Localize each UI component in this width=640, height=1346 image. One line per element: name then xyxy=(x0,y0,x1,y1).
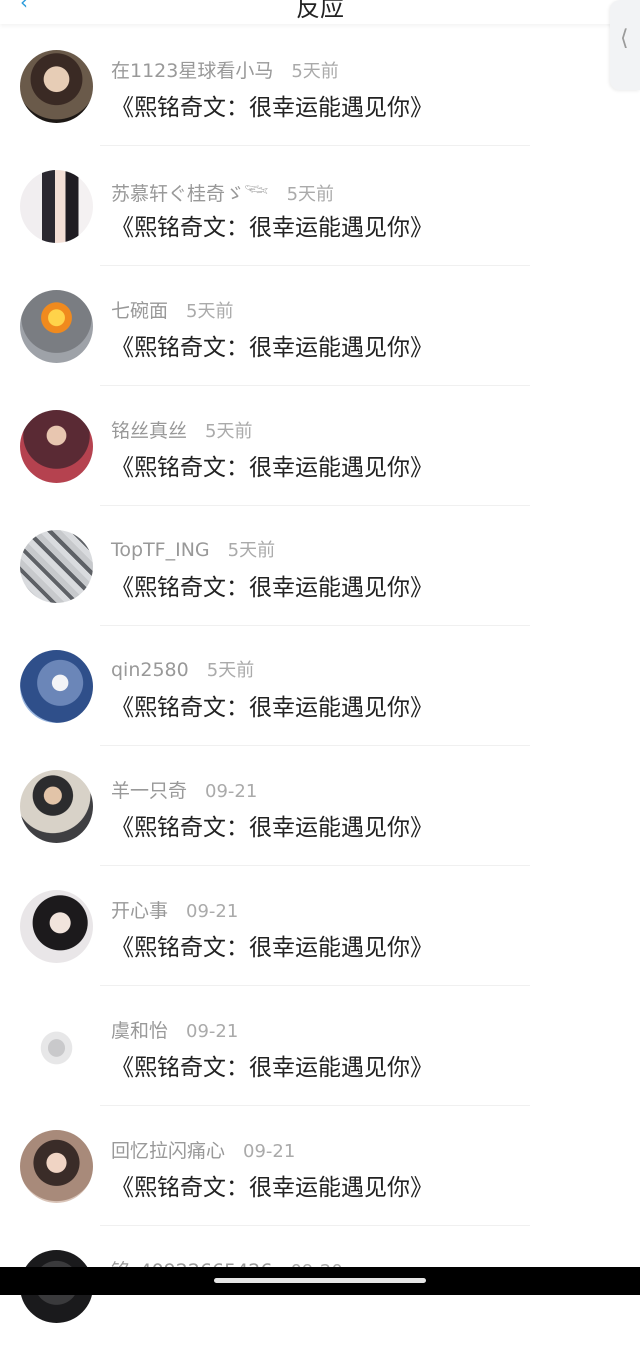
reaction-text: 《熙铭奇文：很幸运能遇见你》 xyxy=(111,335,433,361)
reaction-text: 《熙铭奇文：很幸运能遇见你》 xyxy=(111,215,433,241)
reaction-text: 《熙铭奇文：很幸运能遇见你》 xyxy=(111,695,433,721)
username[interactable]: 羊一只奇 xyxy=(111,780,187,802)
timestamp: 09-21 xyxy=(243,1141,296,1162)
list-item[interactable]: 回忆拉闪痛心 09-21 《熙铭奇文：很幸运能遇见你》 xyxy=(0,1106,640,1226)
list-item[interactable]: 开心事 09-21 《熙铭奇文：很幸运能遇见你》 xyxy=(0,866,640,986)
home-indicator[interactable] xyxy=(214,1278,426,1283)
avatar[interactable] xyxy=(20,410,93,483)
avatar[interactable] xyxy=(20,890,93,963)
reaction-text: 《熙铭奇文：很幸运能遇见你》 xyxy=(111,1175,433,1201)
avatar[interactable] xyxy=(20,170,93,243)
username[interactable]: 回忆拉闪痛心 xyxy=(111,1140,225,1162)
avatar[interactable] xyxy=(20,1130,93,1203)
timestamp: 5天前 xyxy=(291,61,339,82)
timestamp: 09-21 xyxy=(205,781,258,802)
reaction-text: 《熙铭奇文：很幸运能遇见你》 xyxy=(111,815,433,841)
avatar[interactable] xyxy=(20,50,93,123)
username[interactable]: 在1123星球看小马 xyxy=(111,60,273,82)
reaction-text: 《熙铭奇文：很幸运能遇见你》 xyxy=(111,935,433,961)
username[interactable]: 开心事 xyxy=(111,900,168,922)
header-bar: ‹ 反应 xyxy=(0,0,640,24)
username[interactable]: 苏慕轩ぐ桂奇ゞ𓆝 xyxy=(111,183,269,205)
list-item[interactable]: qin2580 5天前 《熙铭奇文：很幸运能遇见你》 xyxy=(0,626,640,746)
timestamp: 5天前 xyxy=(286,184,335,205)
list-item[interactable]: 七碗面 5天前 《熙铭奇文：很幸运能遇见你》 xyxy=(0,266,640,386)
reaction-text: 《熙铭奇文：很幸运能遇见你》 xyxy=(111,575,433,601)
list-item[interactable]: 羊一只奇 09-21 《熙铭奇文：很幸运能遇见你》 xyxy=(0,746,640,866)
timestamp: 09-21 xyxy=(186,1021,239,1042)
avatar[interactable] xyxy=(20,770,93,843)
list-item[interactable]: 苏慕轩ぐ桂奇ゞ𓆝 5天前 《熙铭奇文：很幸运能遇见你》 xyxy=(0,146,640,266)
system-navigation-bar xyxy=(0,1267,640,1295)
username[interactable]: 虞和怡 xyxy=(111,1020,168,1042)
list-item[interactable]: 在1123星球看小马 5天前 《熙铭奇文：很幸运能遇见你》 xyxy=(0,26,640,146)
reaction-text: 《熙铭奇文：很幸运能遇见你》 xyxy=(111,95,433,121)
timestamp: 09-21 xyxy=(186,901,239,922)
reaction-text: 《熙铭奇文：很幸运能遇见你》 xyxy=(111,1055,433,1081)
list-item[interactable]: 虞和怡 09-21 《熙铭奇文：很幸运能遇见你》 xyxy=(0,986,640,1106)
timestamp: 5天前 xyxy=(205,421,253,442)
reaction-text: 《熙铭奇文：很幸运能遇见你》 xyxy=(111,455,433,481)
timestamp: 5天前 xyxy=(206,660,255,681)
avatar[interactable] xyxy=(20,1010,93,1083)
timestamp: 5天前 xyxy=(186,301,234,322)
page-title: 反应 xyxy=(296,0,344,22)
username[interactable]: 七碗面 xyxy=(111,300,168,322)
timestamp: 5天前 xyxy=(227,540,276,561)
avatar[interactable] xyxy=(20,530,93,603)
avatar[interactable] xyxy=(20,650,93,723)
side-panel-handle[interactable]: ⟨ xyxy=(610,0,640,90)
chevron-left-icon: ⟨ xyxy=(620,26,629,51)
list-item[interactable]: TopTF_ING 5天前 《熙铭奇文：很幸运能遇见你》 xyxy=(0,506,640,626)
username[interactable]: 铭丝真丝 xyxy=(111,420,187,442)
avatar[interactable] xyxy=(20,290,93,363)
list-item[interactable]: 铭丝真丝 5天前 《熙铭奇文：很幸运能遇见你》 xyxy=(0,386,640,506)
username[interactable]: qin2580 xyxy=(111,659,189,681)
username[interactable]: TopTF_ING xyxy=(111,539,210,561)
